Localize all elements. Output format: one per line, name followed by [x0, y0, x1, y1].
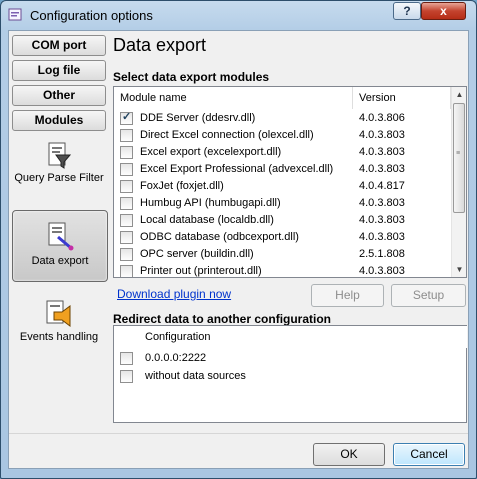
nav-item-query-parse-filter[interactable]: Query Parse Filter [12, 140, 106, 200]
data-export-icon [48, 222, 74, 251]
module-name: OPC server (buildin.dll) [140, 248, 254, 260]
module-checkbox[interactable] [120, 231, 133, 244]
module-version: 4.0.3.803 [359, 129, 405, 141]
module-version: 4.0.4.817 [359, 180, 405, 192]
help-button[interactable]: Help [311, 284, 384, 307]
modules-scrollbar[interactable]: ▲ ≡ ▼ [451, 87, 466, 277]
list-item[interactable]: Printer out (printerout.dll) 4.0.3.803 [114, 263, 448, 277]
page-title: Data export [113, 35, 207, 55]
close-button[interactable]: x [421, 2, 466, 20]
module-name: Local database (localdb.dll) [140, 214, 274, 226]
nav-log-file-button[interactable]: Log file [12, 60, 106, 81]
column-header-version[interactable]: Version [353, 87, 451, 109]
nav-com-port-button[interactable]: COM port [12, 35, 106, 56]
module-checkbox[interactable] [120, 146, 133, 159]
column-header-module-name[interactable]: Module name [114, 87, 353, 109]
config-window: Configuration options ? x COM port Log f… [0, 0, 477, 479]
column-header-configuration[interactable]: Configuration [139, 326, 467, 348]
module-checkbox[interactable] [120, 265, 133, 277]
module-version: 4.0.3.803 [359, 146, 405, 158]
module-version: 4.0.3.803 [359, 231, 405, 243]
module-name: Humbug API (humbugapi.dll) [140, 197, 281, 209]
title-bar[interactable]: Configuration options ? x [1, 1, 476, 29]
module-name: Direct Excel connection (olexcel.dll) [140, 129, 314, 141]
module-checkbox[interactable] [120, 214, 133, 227]
nav-item-label: Events handling [19, 331, 99, 343]
nav-modules-button[interactable]: Modules [12, 110, 106, 131]
configuration-name: without data sources [145, 370, 246, 382]
module-name: ODBC database (odbcexport.dll) [140, 231, 299, 243]
module-name: Printer out (printerout.dll) [140, 265, 262, 277]
redirect-group-title: Redirect data to another configuration [113, 312, 332, 326]
query-parse-filter-icon [48, 142, 72, 169]
modules-list[interactable]: Module name Version ✓ DDE Server (ddesrv… [113, 86, 467, 278]
redirect-list[interactable]: Configuration 0.0.0.0:2222 without data … [113, 325, 467, 423]
redirect-checkbox[interactable] [120, 352, 133, 365]
module-checkbox[interactable] [120, 197, 133, 210]
module-name: Excel Export Professional (advexcel.dll) [140, 163, 334, 175]
dialog-client-area: COM port Log file Other Modules Query Pa… [8, 30, 469, 469]
list-item[interactable]: 0.0.0.0:2222 [114, 350, 448, 367]
modules-group-title: Select data export modules [113, 70, 270, 84]
grip-icon: ≡ [456, 150, 461, 157]
list-item[interactable]: Humbug API (humbugapi.dll) 4.0.3.803 [114, 195, 448, 212]
cancel-button[interactable]: Cancel [393, 443, 465, 466]
module-checkbox[interactable]: ✓ [120, 111, 133, 125]
list-item[interactable]: Excel export (excelexport.dll) 4.0.3.803 [114, 144, 448, 161]
module-version: 4.0.3.803 [359, 265, 405, 277]
nav-item-label: Query Parse Filter [14, 172, 104, 184]
module-version: 4.0.3.803 [359, 214, 405, 226]
events-handling-icon [46, 300, 71, 327]
setup-button[interactable]: Setup [391, 284, 466, 307]
module-checkbox[interactable] [120, 248, 133, 261]
footer-divider [9, 433, 468, 434]
nav-other-button[interactable]: Other [12, 85, 106, 106]
nav-item-label: Data export [31, 255, 89, 267]
list-item[interactable]: FoxJet (foxjet.dll) 4.0.4.817 [114, 178, 448, 195]
scroll-thumb[interactable]: ≡ [453, 103, 465, 213]
list-item[interactable]: Local database (localdb.dll) 4.0.3.803 [114, 212, 448, 229]
list-item[interactable]: ✓ DDE Server (ddesrv.dll) 4.0.3.806 [114, 110, 448, 127]
list-item[interactable]: Direct Excel connection (olexcel.dll) 4.… [114, 127, 448, 144]
scroll-up-icon[interactable]: ▲ [452, 87, 466, 102]
list-item[interactable]: ODBC database (odbcexport.dll) 4.0.3.803 [114, 229, 448, 246]
list-item[interactable]: OPC server (buildin.dll) 2.5.1.808 [114, 246, 448, 263]
module-version: 4.0.3.806 [359, 112, 405, 124]
module-version: 4.0.3.803 [359, 197, 405, 209]
redirect-checkbox[interactable] [120, 370, 133, 383]
scroll-down-icon[interactable]: ▼ [452, 262, 466, 277]
window-title: Configuration options [30, 8, 153, 23]
help-title-button[interactable]: ? [393, 2, 421, 20]
nav-item-data-export[interactable]: Data export [12, 210, 108, 282]
module-name: FoxJet (foxjet.dll) [140, 180, 224, 192]
nav-item-events-handling[interactable]: Events handling [12, 299, 106, 349]
module-name: Excel export (excelexport.dll) [140, 146, 282, 158]
list-item[interactable]: Excel Export Professional (advexcel.dll)… [114, 161, 448, 178]
list-item[interactable]: without data sources [114, 368, 448, 385]
configuration-name: 0.0.0.0:2222 [145, 352, 207, 364]
module-checkbox[interactable] [120, 180, 133, 193]
module-version: 4.0.3.803 [359, 163, 405, 175]
ok-button[interactable]: OK [313, 443, 385, 466]
download-plugin-link[interactable]: Download plugin now [117, 287, 231, 301]
module-version: 2.5.1.808 [359, 248, 405, 260]
module-checkbox[interactable] [120, 163, 133, 176]
module-checkbox[interactable] [120, 129, 133, 142]
check-icon: ✓ [122, 111, 132, 123]
module-name: DDE Server (ddesrv.dll) [140, 112, 256, 124]
app-icon [8, 8, 22, 21]
